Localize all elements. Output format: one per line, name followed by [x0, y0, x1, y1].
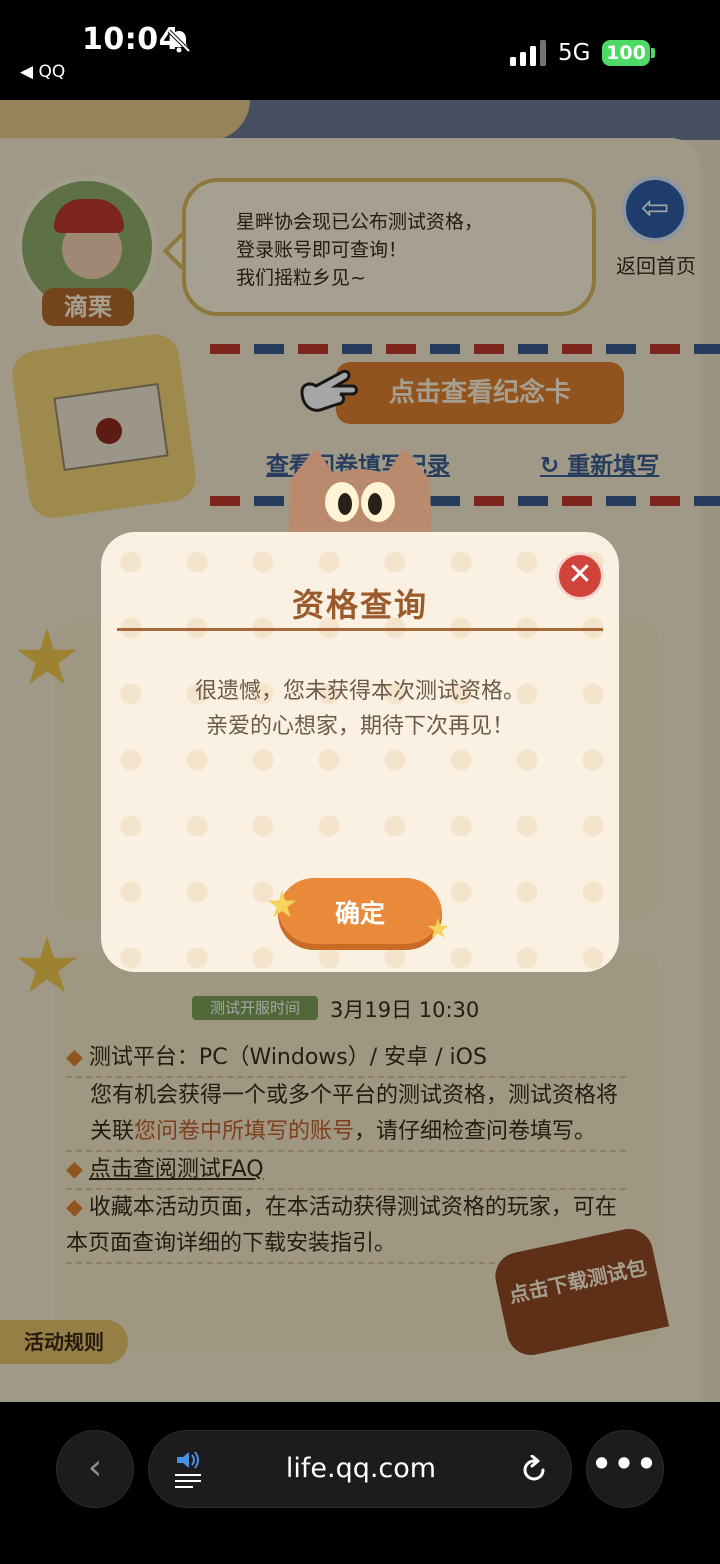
battery-indicator: 100 [602, 40, 650, 66]
browser-toolbar: ‹ life.qq.com ••• [0, 1402, 720, 1564]
reload-icon[interactable] [519, 1455, 549, 1485]
dialog-message: 很遗憾，您未获得本次测试资格。 亲爱的心想家，期待下次再见！ [101, 674, 619, 744]
network-type: 5G [558, 40, 591, 66]
confirm-button[interactable]: 确定 [278, 878, 442, 950]
url-text: life.qq.com [285, 1453, 437, 1484]
bell-muted-icon [167, 29, 191, 53]
qualification-dialog: 资格查询 ✕ 很遗憾，您未获得本次测试资格。 亲爱的心想家，期待下次再见！ 确定 [101, 532, 619, 972]
battery-tip [651, 48, 655, 58]
dialog-title: 资格查询 [291, 586, 428, 624]
more-options-button[interactable]: ••• [586, 1430, 664, 1508]
close-icon[interactable]: ✕ [556, 552, 604, 600]
back-button[interactable]: ‹ [56, 1430, 134, 1508]
signal-icon [510, 40, 546, 66]
message-line: 很遗憾，您未获得本次测试资格。 [194, 679, 525, 704]
status-bar: 10:04 ◀ QQ 5G 100 [0, 0, 720, 100]
message-line: 亲爱的心想家，期待下次再见！ [205, 714, 514, 739]
back-to-app-link[interactable]: ◀ QQ [20, 62, 65, 82]
title-divider [117, 628, 603, 631]
address-bar[interactable]: life.qq.com [148, 1430, 572, 1508]
